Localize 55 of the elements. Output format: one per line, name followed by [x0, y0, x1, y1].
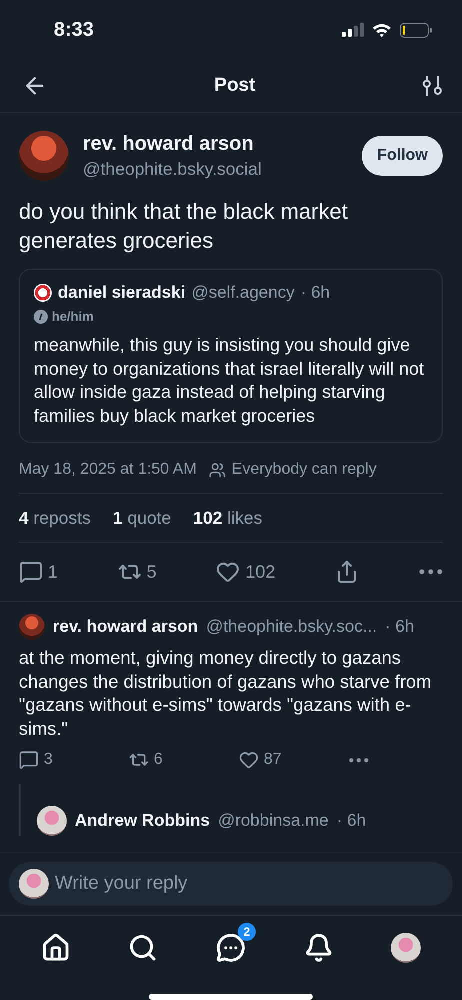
reply-author-name: Andrew Robbins	[75, 811, 210, 831]
more-icon	[418, 569, 443, 575]
post-age: · 6h	[300, 283, 330, 303]
repost-button[interactable]: 5	[118, 560, 157, 584]
repost-button[interactable]: 6	[129, 750, 239, 770]
like-button[interactable]: 102	[216, 560, 276, 584]
quoted-author-name: daniel sieradski	[58, 283, 186, 303]
pronouns-icon	[34, 310, 48, 324]
clock: 8:33	[54, 18, 94, 42]
avatar	[34, 284, 52, 302]
unread-badge: 2	[238, 923, 256, 941]
follow-button[interactable]: Follow	[362, 136, 443, 176]
quoted-author-handle: @self.agency	[192, 283, 295, 303]
reply-author-handle: @robbinsa.me	[218, 811, 329, 831]
avatar	[391, 933, 422, 963]
heart-icon	[216, 560, 240, 584]
battery-icon	[400, 22, 432, 38]
author-handle: @theophite.bsky.social	[83, 158, 263, 180]
bell-icon	[304, 933, 334, 963]
avatar	[19, 614, 45, 640]
people-icon	[208, 462, 226, 478]
post-text: do you think that the black market generates groceries	[19, 198, 349, 255]
chat-tab[interactable]: 2	[206, 923, 256, 973]
reply-text: at the moment, giving money directly to gazans changes the distribution of gazans who starve from "gazans without e-sims" towards "gazans with e-sims."	[19, 646, 433, 740]
sliders-icon[interactable]	[422, 74, 444, 98]
chat-icon	[216, 933, 246, 963]
quoted-post-text: meanwhile, this guy is insisting you should give money to organizations that israel literally will not allow inside gaza instead of helping starving families buy black market groceries	[34, 334, 426, 428]
avatar	[19, 131, 69, 181]
speech-bubble-icon	[19, 750, 39, 770]
more-button[interactable]	[418, 569, 443, 575]
pronouns: he/him	[52, 309, 94, 324]
reply-button[interactable]: 3	[19, 750, 129, 770]
post-stat[interactable]: 102 likes	[193, 508, 262, 529]
quoted-post[interactable]	[19, 269, 443, 443]
more-icon	[349, 758, 369, 762]
reply-button[interactable]: 1	[19, 560, 58, 584]
post-stat[interactable]: 1 quote	[113, 508, 172, 529]
search-icon	[128, 933, 158, 963]
reply-author-handle: @theophite.bsky.soc...	[206, 617, 378, 637]
home-icon	[40, 933, 71, 963]
reply-author-name: rev. howard arson	[53, 617, 198, 637]
post-age: · 6h	[385, 617, 414, 637]
avatar	[37, 806, 67, 836]
reply-field[interactable]: Write your reply	[9, 862, 453, 906]
speech-bubble-icon	[19, 560, 43, 584]
wifi-icon	[372, 22, 392, 38]
like-button[interactable]: 87	[239, 750, 349, 770]
author-name: rev. howard arson	[83, 132, 255, 156]
post-age: · 6h	[336, 811, 366, 831]
post-timestamp: May 18, 2025 at 1:50 AM	[19, 461, 197, 479]
reply-setting: Everybody can reply	[232, 461, 377, 479]
post-stat[interactable]: 4 reposts	[19, 508, 91, 529]
heart-icon	[239, 750, 259, 770]
signal-icon	[342, 23, 364, 37]
page-title: Post	[214, 75, 256, 97]
